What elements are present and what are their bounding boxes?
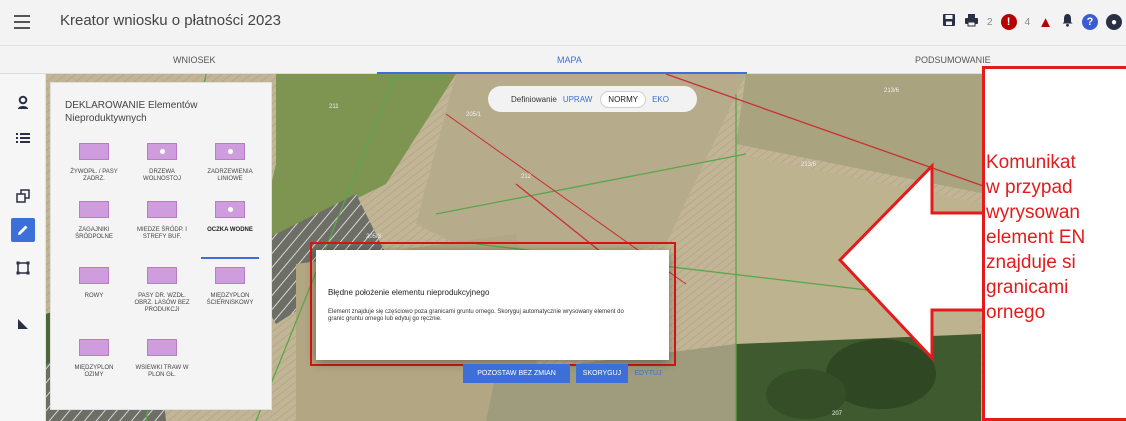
element-swatch	[147, 267, 177, 284]
parcel-label: 207	[832, 411, 843, 417]
tab-podsumowanie[interactable]: PODSUMOWANIE	[915, 55, 991, 65]
copy-icon[interactable]	[11, 184, 35, 208]
parcel-label: 213/5	[801, 162, 817, 168]
toggle-option-normy[interactable]: NORMY	[600, 90, 647, 108]
element-swatch	[147, 143, 177, 160]
element-miedze[interactable]: MIEDZE ŚRÓDP. I STREFY BUF.	[133, 201, 191, 241]
element-oczka-wodne[interactable]: OCZKA WODNE	[201, 201, 259, 259]
element-zagajniki[interactable]: ZAGAJNIKI ŚRÓDPOLNE	[65, 201, 123, 241]
element-label: PASY DR. WZDŁ. OBRZ. LASÓW BEZ PRODUKCJI	[134, 293, 190, 313]
location-person-icon[interactable]	[11, 90, 35, 114]
callout-text: Komunikat w przypad wyrysowan element EN…	[986, 152, 1086, 323]
element-wsiewki[interactable]: WSIEWKI TRAW W PLON GŁ.	[133, 339, 191, 379]
elements-panel: DEKLAROWANIE Elementów Nieproduktywnych …	[50, 82, 272, 410]
edit-button[interactable]: EDYTUJ	[630, 364, 666, 383]
correct-button[interactable]: SKORYGUJ	[576, 364, 628, 383]
element-zywoploty[interactable]: ŻYWOPŁ. / PASY ZADRZ.	[65, 143, 123, 183]
panel-title: DEKLAROWANIE Elementów Nieproduktywnych	[65, 100, 198, 124]
element-swatch	[215, 143, 245, 160]
element-label: MIEDZE ŚRÓDP. I STREFY BUF.	[137, 227, 187, 240]
element-pasy-lasow[interactable]: PASY DR. WZDŁ. OBRZ. LASÓW BEZ PRODUKCJI	[133, 267, 191, 314]
element-label: ZADRZEWIENIA LINIOWE	[207, 169, 253, 182]
parcel-label: 205/1	[466, 112, 482, 118]
dialog-title: Błędne położenie elementu nieprodukcyjne…	[328, 288, 490, 297]
element-label: ZAGAJNIKI ŚRÓDPOLNE	[75, 227, 113, 240]
parcel-label: 212	[521, 174, 532, 180]
toggle-option-eko[interactable]: EKO	[652, 95, 669, 104]
element-swatch	[79, 267, 109, 284]
element-swatch	[79, 339, 109, 356]
tool-rail	[0, 74, 46, 421]
parcel-label: 213/6	[884, 88, 900, 94]
pencil-icon[interactable]	[11, 218, 35, 242]
keep-unchanged-button[interactable]: POZOSTAW BEZ ZMIAN	[463, 364, 570, 383]
error-dialog: Błędne położenie elementu nieprodukcyjne…	[316, 250, 669, 360]
parcel-label: 205/3	[366, 234, 382, 240]
element-label: ROWY	[84, 293, 104, 299]
help-icon[interactable]: ?	[1082, 14, 1098, 30]
tab-wniosek[interactable]: WNIOSEK	[173, 55, 216, 65]
element-label: MIĘDZYPLON OZIMY	[74, 365, 114, 378]
hamburger-menu-icon[interactable]	[12, 12, 32, 32]
definition-mode-toggle: Definiowanie UPRAW NORMY EKO	[488, 86, 697, 112]
notification-icon[interactable]	[1061, 12, 1074, 32]
app-bar: Kreator wniosku o płatności 2023 2 ! 4 ▲…	[0, 0, 1126, 46]
element-swatch	[147, 201, 177, 218]
element-drzewa[interactable]: DRZEWA WOLNOSTOJ	[133, 143, 191, 183]
element-label: MIĘDZYPLON ŚCIERNISKOWY	[206, 293, 254, 306]
app-title: Kreator wniosku o płatności 2023	[60, 12, 281, 29]
toggle-label: Definiowanie	[511, 94, 557, 104]
toggle-option-upraw[interactable]: UPRAW	[563, 95, 592, 104]
main-tabs: WNIOSEK MAPA PODSUMOWANIE	[0, 46, 1126, 74]
selection-icon[interactable]	[11, 256, 35, 280]
element-miedzyplon-ozimy[interactable]: MIĘDZYPLON OZIMY	[65, 339, 123, 379]
element-swatch	[215, 267, 245, 284]
element-swatch	[79, 143, 109, 160]
element-rowy[interactable]: ROWY	[65, 267, 123, 300]
callout-arrow	[838, 162, 988, 362]
warning-icon[interactable]: ▲	[1038, 14, 1053, 31]
save-icon[interactable]	[942, 12, 956, 32]
warning-count: 4	[1024, 16, 1031, 28]
element-label: WSIEWKI TRAW W PLON GŁ.	[135, 365, 189, 378]
dialog-message: Element znajduje się częściowo poza gran…	[328, 309, 624, 322]
element-label: DRZEWA WOLNOSTOJ	[143, 169, 181, 182]
element-label: ŻYWOPŁ. / PASY ZADRZ.	[70, 169, 118, 182]
element-swatch	[147, 339, 177, 356]
selected-element-indicator	[201, 257, 259, 259]
error-count: 2	[987, 16, 993, 28]
user-icon[interactable]: ●	[1106, 14, 1122, 30]
error-icon[interactable]: !	[1000, 14, 1017, 30]
parcel-label: 211	[329, 104, 339, 110]
tab-mapa[interactable]: MAPA	[557, 55, 582, 65]
element-swatch	[215, 201, 245, 218]
element-label: OCZKA WODNE	[207, 227, 253, 233]
corner-icon[interactable]	[11, 312, 35, 336]
element-swatch	[79, 201, 109, 218]
list-icon[interactable]	[11, 126, 35, 150]
print-icon[interactable]	[964, 12, 979, 32]
top-actions: 2 ! 4 ▲ ? ●	[942, 12, 1122, 32]
element-zadrzewienia[interactable]: ZADRZEWIENIA LINIOWE	[201, 143, 259, 183]
element-miedzyplon-scierniskowy[interactable]: MIĘDZYPLON ŚCIERNISKOWY	[201, 267, 259, 307]
